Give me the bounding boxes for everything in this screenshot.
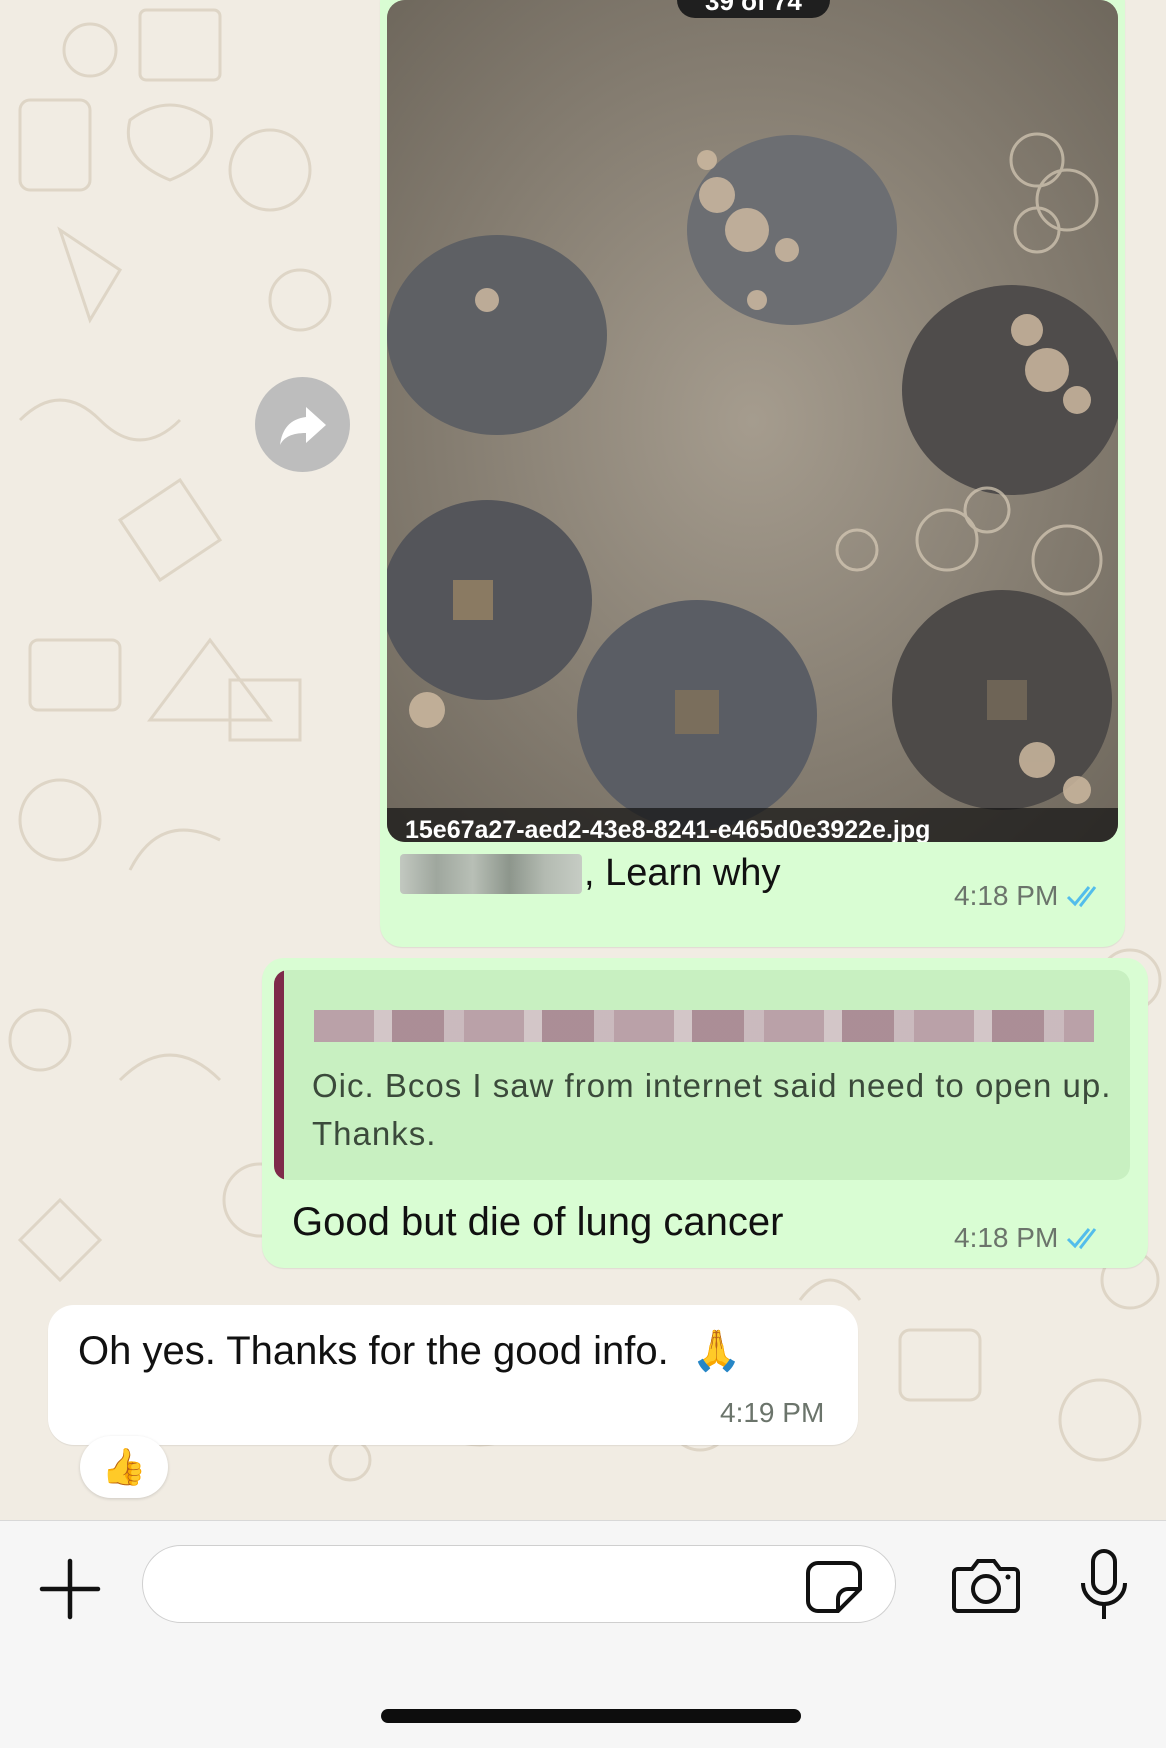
camera-icon[interactable] bbox=[950, 1555, 1022, 1615]
incoming-message[interactable]: Oh yes. Thanks for the good info. 🙏 4:19… bbox=[48, 1305, 858, 1445]
forward-button[interactable] bbox=[255, 377, 350, 472]
message-time: 4:18 PM bbox=[954, 880, 1059, 911]
read-receipt-icon bbox=[1067, 886, 1097, 908]
quoted-message[interactable]: Oic. Bcos I saw from internet said need … bbox=[274, 970, 1130, 1180]
chat-area[interactable]: 39 of 74 15e67a27-aed2-43e8-8241-e465d0e… bbox=[0, 0, 1166, 1520]
reply-text: Good but die of lung cancer bbox=[292, 1200, 784, 1244]
outgoing-reply-message[interactable]: Oic. Bcos I saw from internet said need … bbox=[262, 958, 1148, 1268]
outgoing-image-message[interactable]: 39 of 74 15e67a27-aed2-43e8-8241-e465d0e… bbox=[380, 0, 1125, 947]
media-counter: 39 of 74 bbox=[677, 0, 830, 18]
mic-icon[interactable] bbox=[1078, 1547, 1130, 1625]
attachment-filename: 15e67a27-aed2-43e8-8241-e465d0e3922e.jpg bbox=[387, 808, 1118, 842]
pray-emoji: 🙏 bbox=[691, 1329, 742, 1373]
message-meta: 4:18 PM bbox=[954, 880, 1104, 912]
photo-attachment[interactable]: 39 of 74 15e67a27-aed2-43e8-8241-e465d0e… bbox=[387, 0, 1118, 842]
quoted-text: Oic. Bcos I saw from internet said need … bbox=[312, 1067, 1112, 1152]
message-time: 4:18 PM bbox=[954, 1222, 1059, 1253]
message-time: 4:19 PM bbox=[720, 1397, 825, 1428]
read-receipt-icon bbox=[1067, 1228, 1097, 1250]
message-meta: 4:19 PM bbox=[720, 1397, 824, 1429]
quoted-author-redacted bbox=[314, 1010, 1094, 1042]
message-meta: 4:18 PM bbox=[954, 1222, 1104, 1254]
composer-bar bbox=[0, 1520, 1166, 1748]
home-indicator bbox=[381, 1709, 801, 1723]
image-caption: , Learn why bbox=[400, 852, 780, 895]
caption-text: , Learn why bbox=[584, 852, 781, 894]
incoming-text: Oh yes. Thanks for the good info. 🙏 bbox=[78, 1327, 742, 1374]
message-input[interactable] bbox=[142, 1545, 896, 1623]
sticker-icon[interactable] bbox=[804, 1559, 864, 1615]
forward-icon bbox=[279, 406, 326, 445]
redacted-name bbox=[400, 853, 582, 894]
incoming-text-body: Oh yes. Thanks for the good info. bbox=[78, 1329, 669, 1373]
quote-accent-bar bbox=[274, 970, 284, 1180]
coins-photo bbox=[387, 0, 1118, 842]
reaction-badge[interactable]: 👍 bbox=[80, 1436, 168, 1498]
plus-icon[interactable] bbox=[38, 1557, 102, 1621]
